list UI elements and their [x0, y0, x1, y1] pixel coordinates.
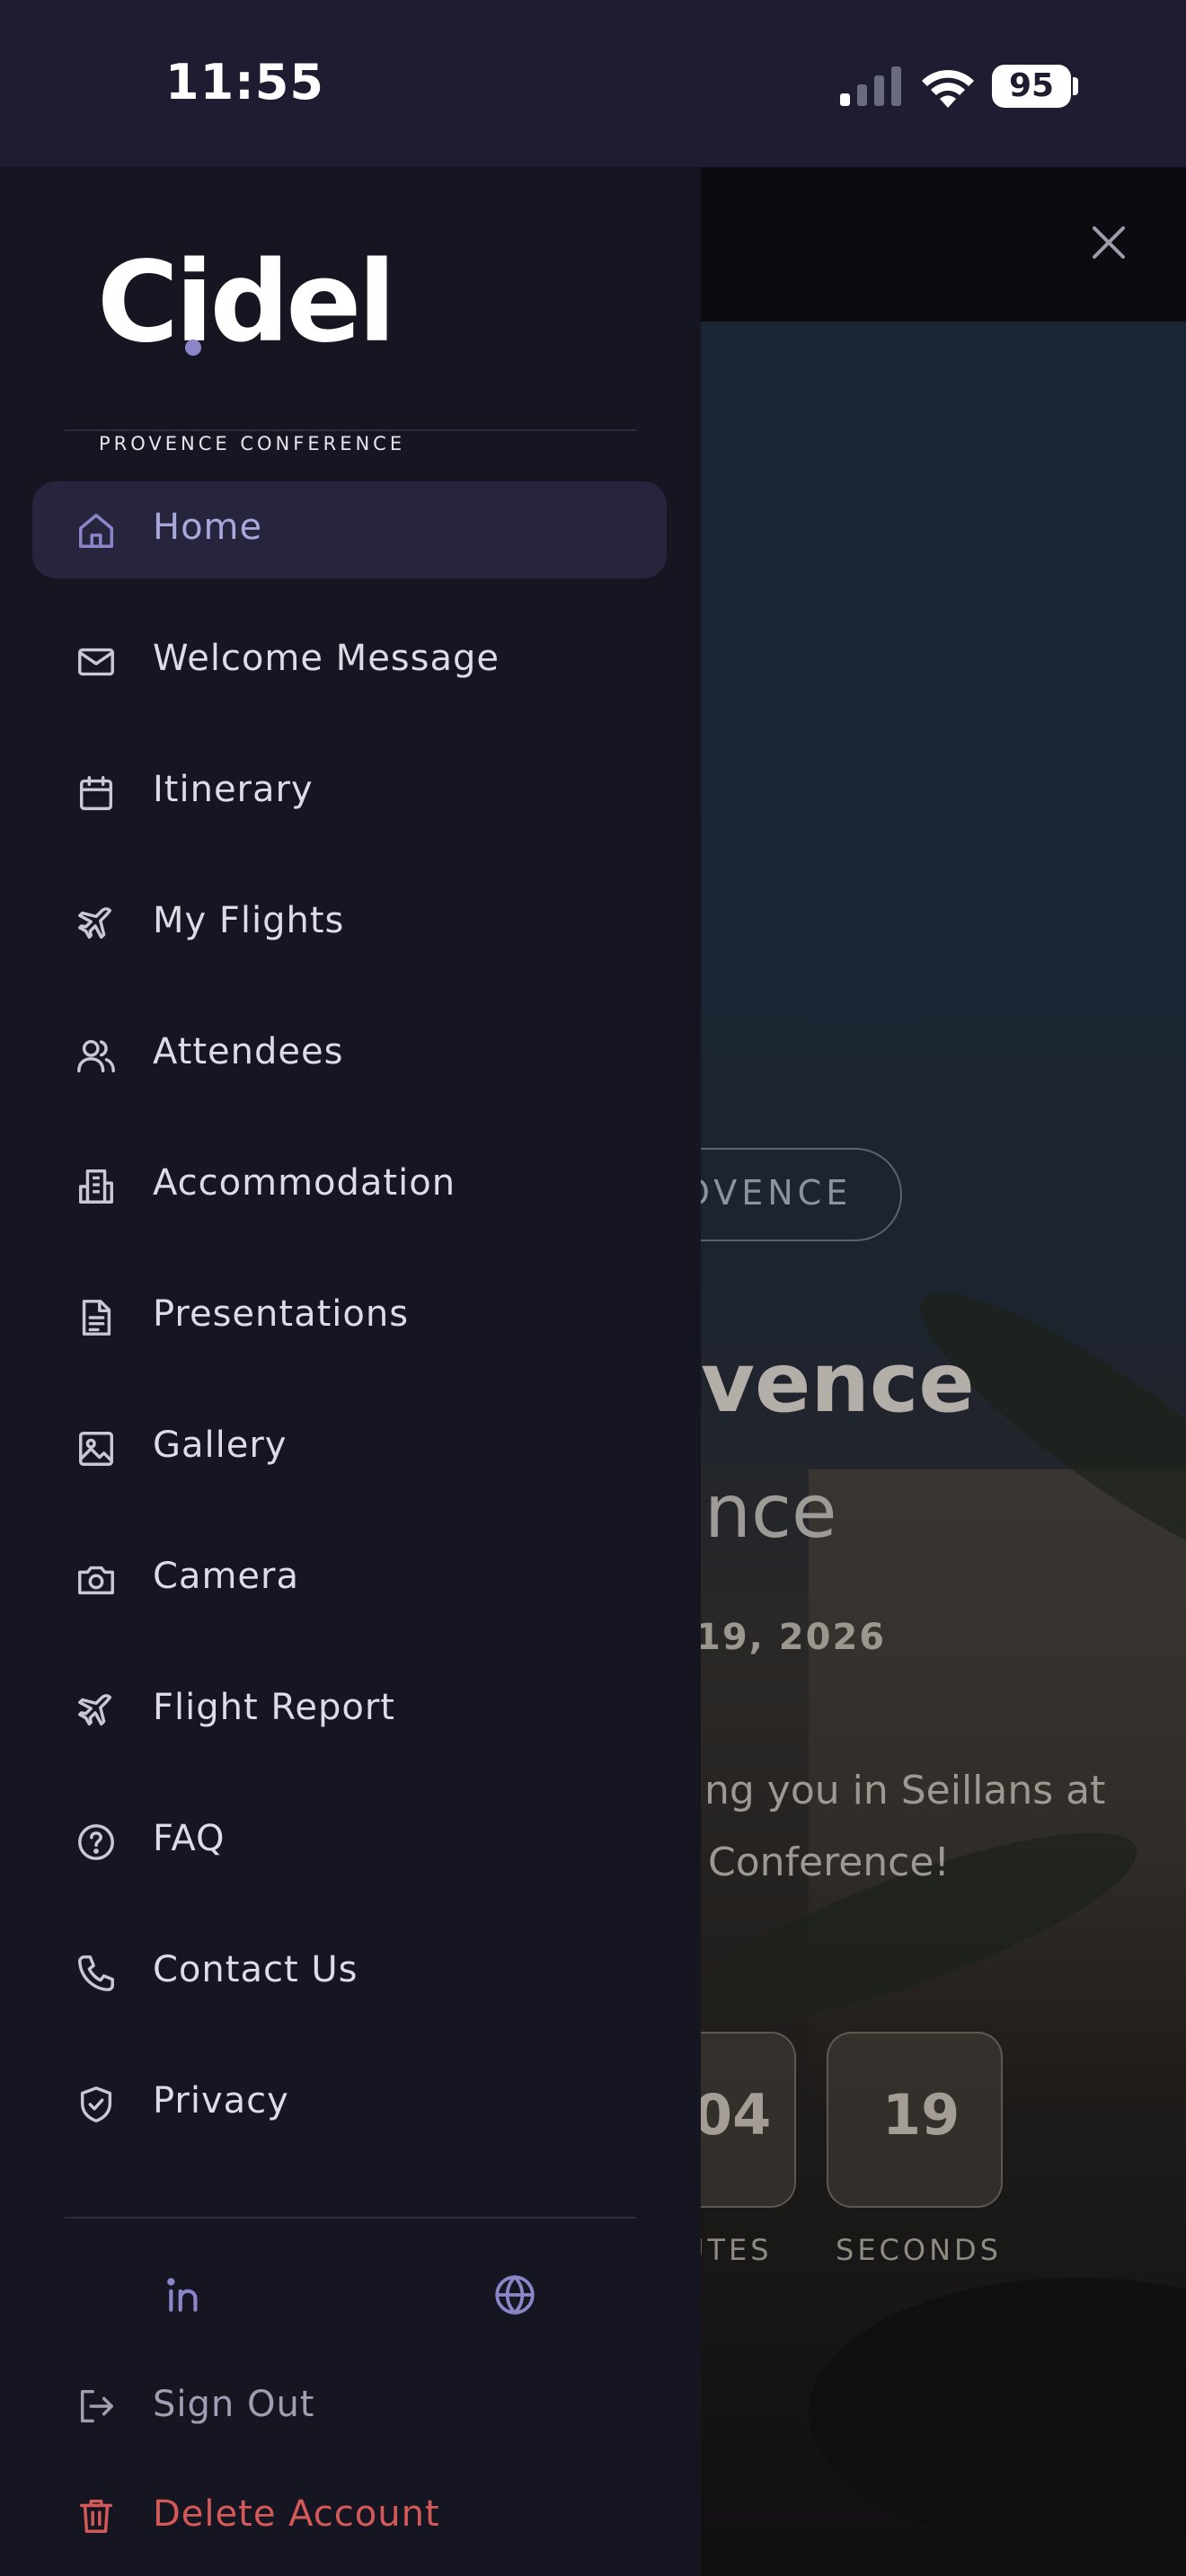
nav-item-gallery[interactable]: Gallery [32, 1399, 667, 1496]
countdown-seconds-value: 19 [882, 2082, 960, 2148]
image-icon [79, 1432, 113, 1466]
nav-item-camera[interactable]: Camera [32, 1531, 667, 1628]
logo-wordmark: Cidel [97, 238, 396, 367]
location-pill-text: OVENCE [683, 1173, 853, 1213]
nav-item-welcome-message[interactable]: Welcome Message [32, 613, 667, 710]
home-icon [79, 514, 113, 548]
countdown-minutes-value: 04 [694, 2082, 772, 2148]
plane-icon [78, 907, 112, 940]
nav-item-contact-us[interactable]: Contact Us [32, 1924, 667, 2021]
nav-label: Home [153, 507, 263, 548]
welcome-text-line2: Conference! [708, 1839, 951, 1885]
nav-label: Attendees [153, 1031, 344, 1072]
divider [65, 429, 636, 431]
nav-label: Welcome Message [153, 638, 500, 679]
document-icon [82, 1300, 111, 1336]
nav-item-my-flights[interactable]: My Flights [32, 875, 667, 972]
linkedin-icon[interactable] [164, 2272, 208, 2317]
nav-item-privacy[interactable]: Privacy [32, 2055, 667, 2152]
countdown-seconds-label: SECONDS [836, 2233, 1002, 2267]
nav-item-presentations[interactable]: Presentations [32, 1268, 667, 1365]
mail-icon [78, 648, 114, 676]
welcome-text-line1: ng you in Seillans at [704, 1768, 1106, 1813]
delete-account-button[interactable]: Delete Account [32, 2474, 667, 2560]
phone-icon [78, 1955, 114, 1991]
camera-icon [78, 1566, 114, 1595]
sign-out-icon [80, 2389, 113, 2423]
trash-icon [79, 2499, 113, 2533]
globe-icon[interactable] [492, 2272, 537, 2317]
battery-tip [1073, 77, 1078, 95]
users-icon [77, 1039, 115, 1072]
nav-label: Itinerary [153, 769, 314, 810]
nav-item-itinerary[interactable]: Itinerary [32, 744, 667, 841]
nav-label: Accommodation [153, 1162, 456, 1204]
logo-dot [185, 340, 201, 356]
divider [65, 2217, 636, 2219]
nav-label: Privacy [153, 2080, 289, 2122]
nav-label: Camera [153, 1556, 299, 1597]
nav-label: FAQ [153, 1818, 226, 1859]
help-circle-icon [78, 1824, 114, 1860]
nav-label: Flight Report [153, 1687, 395, 1728]
nav-item-faq[interactable]: FAQ [32, 1793, 667, 1890]
wifi-icon [922, 69, 974, 108]
plane-icon [78, 1694, 112, 1726]
cidel-logo: Cidel PROVENCE CONFERENCE [97, 244, 402, 454]
event-date: 19, 2026 [695, 1617, 887, 1658]
sign-out-label: Sign Out [153, 2384, 315, 2425]
calendar-icon [79, 776, 113, 810]
nav-item-attendees[interactable]: Attendees [32, 1006, 667, 1103]
cellular-signal-icon [840, 66, 901, 106]
nav-item-accommodation[interactable]: Accommodation [32, 1137, 667, 1234]
hero-subtitle: nce [704, 1469, 837, 1555]
sign-out-button[interactable]: Sign Out [32, 2364, 667, 2450]
nav-label: Presentations [153, 1293, 410, 1335]
shield-check-icon [80, 2086, 112, 2122]
status-time: 11:55 [165, 54, 324, 110]
building-icon [79, 1169, 113, 1204]
nav-item-home[interactable]: Home [32, 481, 667, 578]
status-bar: 11:55 95 [0, 0, 1186, 167]
delete-account-label: Delete Account [153, 2493, 440, 2535]
nav-label: My Flights [153, 900, 345, 941]
nav-item-flight-report[interactable]: Flight Report [32, 1662, 667, 1759]
close-icon[interactable] [1087, 221, 1130, 264]
nav-label: Contact Us [153, 1949, 358, 1990]
navigation-drawer: Cidel PROVENCE CONFERENCE Home Welcome M… [0, 167, 701, 2576]
hero-title: vence [701, 1335, 975, 1431]
nav-label: Gallery [153, 1425, 288, 1466]
logo-subtitle: PROVENCE CONFERENCE [99, 433, 406, 454]
battery-indicator: 95 [992, 65, 1071, 108]
